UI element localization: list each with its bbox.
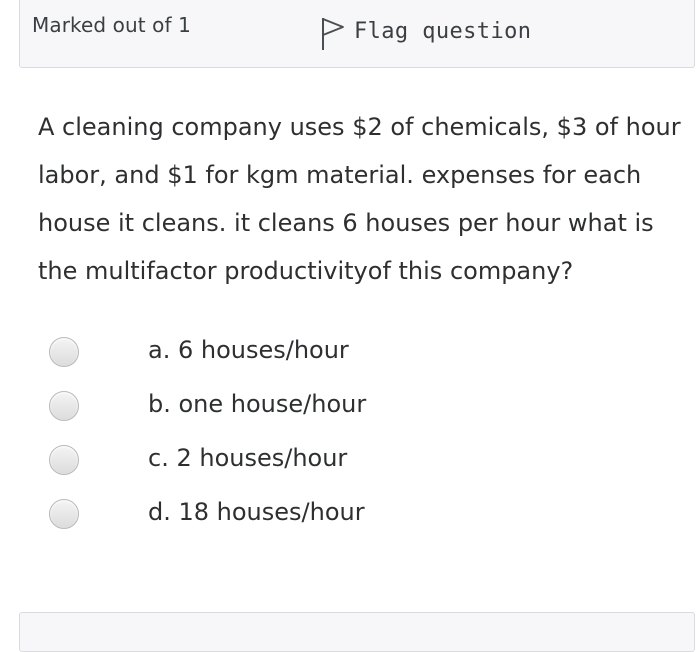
answer-label[interactable]: b. one house/hour xyxy=(148,390,366,418)
marked-out-of-text: Marked out of 1 xyxy=(32,13,191,37)
radio-button[interactable] xyxy=(49,499,79,529)
answer-option-b[interactable]: b. one house/hour xyxy=(0,378,700,432)
radio-button[interactable] xyxy=(49,445,79,475)
flag-question-button[interactable]: Flag question xyxy=(320,11,531,51)
radio-button[interactable] xyxy=(49,391,79,421)
answer-label[interactable]: a. 6 houses/hour xyxy=(148,336,349,364)
flag-icon xyxy=(322,18,344,50)
question-text: A cleaning company uses $2 of chemicals,… xyxy=(38,113,681,285)
answer-option-a[interactable]: a. 6 houses/hour xyxy=(0,324,700,378)
answer-label[interactable]: c. 2 houses/hour xyxy=(148,444,347,472)
question-info-panel: Marked out of 1 Flag question xyxy=(19,0,695,68)
answer-option-c[interactable]: c. 2 houses/hour xyxy=(0,432,700,486)
answer-option-d[interactable]: d. 18 houses/hour xyxy=(0,486,700,540)
next-panel xyxy=(19,612,695,652)
answer-label[interactable]: d. 18 houses/hour xyxy=(148,498,365,526)
flag-question-label: Flag question xyxy=(354,18,532,44)
radio-button[interactable] xyxy=(49,337,79,367)
